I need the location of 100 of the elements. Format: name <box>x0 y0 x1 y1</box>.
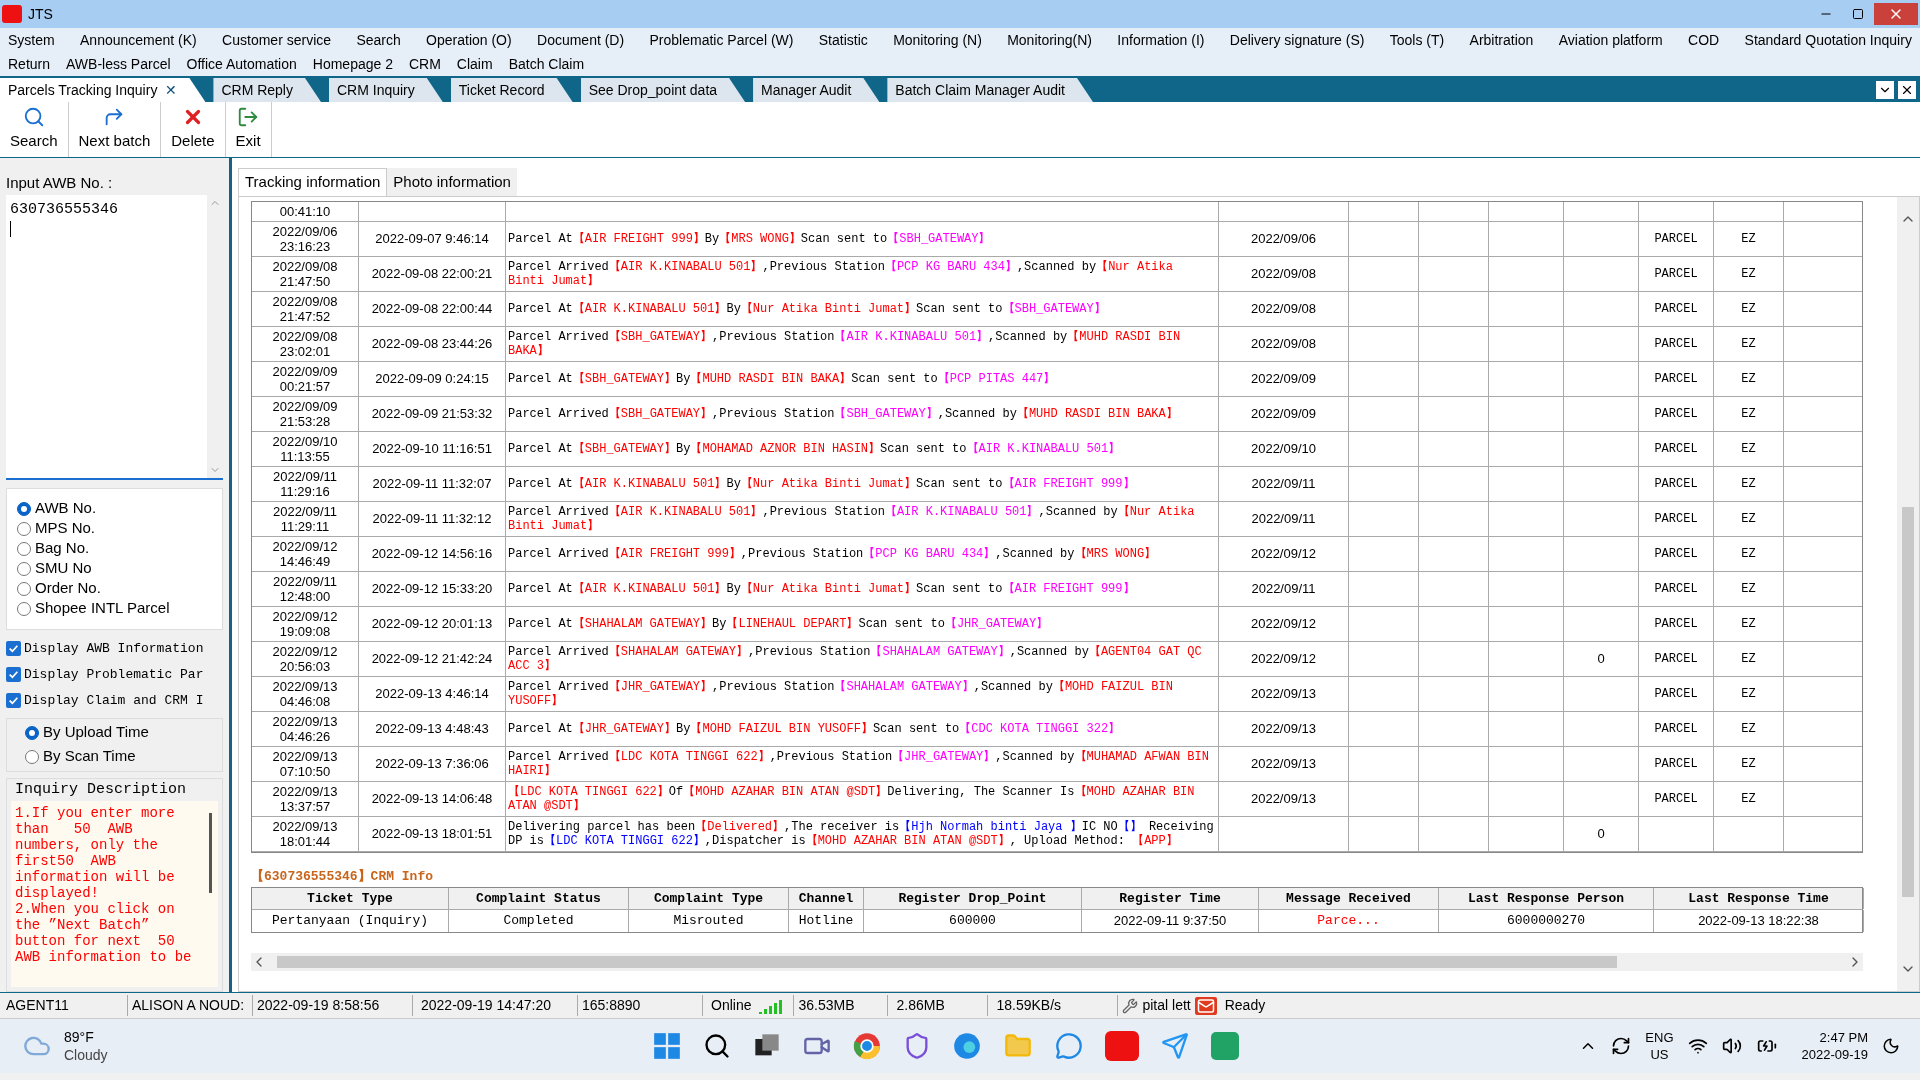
radio-button[interactable] <box>17 601 31 616</box>
moon-icon[interactable] <box>1882 1037 1900 1055</box>
scan-description: Parcel Arrived【SBH_GATEWAY】,Previous Station【AIR K.KINABALU 501】,Scanned by【MUHD RASDI BIN BAKA】 <box>508 330 1182 358</box>
menu-item[interactable]: Announcement (K) <box>76 29 201 51</box>
vertical-scrollbar[interactable] <box>1897 197 1919 991</box>
start-icon[interactable] <box>652 1032 681 1060</box>
radio-button[interactable] <box>17 561 31 576</box>
table-cell-text: EZ <box>1741 686 1756 703</box>
sync-icon[interactable] <box>1611 1036 1632 1056</box>
checkmark-icon <box>8 643 19 654</box>
menu-item[interactable]: Claim <box>452 53 497 75</box>
table-cell-text: PARCEL <box>1654 581 1698 598</box>
close-icon[interactable] <box>1898 81 1916 99</box>
table-cell-text: 2022/09/09 <box>1250 370 1317 389</box>
toolbar-button[interactable]: Search <box>0 102 69 157</box>
menu-item[interactable]: CRM <box>404 53 445 75</box>
menu-item[interactable]: Problematic Parcel (W) <box>645 29 798 51</box>
menu-item[interactable]: Search <box>352 29 405 51</box>
menu-item[interactable]: Monitoring(N) <box>1003 29 1096 51</box>
menu-item[interactable]: Arbitration <box>1465 29 1538 51</box>
tab[interactable]: Ticket Record <box>450 78 573 102</box>
scan-description: Parcel Arrived【AIR K.KINABALU 501】,Previous Station【AIR K.KINABALU 501】,Scanned by【Nur Atika Binti Jumat】 <box>508 505 1196 533</box>
table-cell: 6000000270 <box>1507 913 1585 928</box>
table-cell-text: 2022/09/08 21:47:50 <box>271 259 339 289</box>
scan-description: Parcel Arrived【SBH_GATEWAY】,Previous Station【SBH_GATEWAY】,Scanned by【MUHD RASDI BIN BAKA】 <box>508 407 1178 421</box>
wifi-icon[interactable] <box>1687 1036 1708 1056</box>
dropdown-icon[interactable] <box>1876 81 1894 99</box>
scan-description: Parcel Arrived【JHR_GATEWAY】,Previous Station【SHAHALAM GATEWAY】,Scanned by【MOHD FAIZUL BIN YUSOFF】 <box>508 680 1174 708</box>
table-cell-text: 2022-09-08 23:44:26 <box>371 335 493 354</box>
menu-item[interactable]: Standard Quotation Inquiry <box>1740 29 1916 51</box>
menu-item[interactable]: Aviation platform <box>1554 29 1667 51</box>
chat-icon[interactable] <box>1054 1032 1083 1060</box>
paper-plane-icon[interactable] <box>1160 1032 1189 1060</box>
mail-icon[interactable] <box>1194 996 1217 1015</box>
awb-input-field[interactable]: 630736555346 <box>6 194 223 480</box>
spreadsheet-icon[interactable] <box>1210 1032 1239 1060</box>
checkbox[interactable] <box>6 667 21 682</box>
radio-button[interactable] <box>17 521 31 536</box>
table-cell-text: 2022-09-11 11:32:07 <box>372 475 492 494</box>
radio-label: Order No. <box>35 578 101 599</box>
menu-item[interactable]: Statistic <box>814 29 872 51</box>
status-text: Online <box>710 996 753 1015</box>
menu-item[interactable]: System <box>4 29 59 51</box>
menu-item[interactable]: Return <box>4 53 55 75</box>
menu-item[interactable]: Office Automation <box>182 53 301 75</box>
table-cell-text: EZ <box>1741 721 1756 738</box>
menu-item[interactable]: Information (I) <box>1113 29 1209 51</box>
app-logo-icon[interactable] <box>1104 1031 1139 1061</box>
menu-item[interactable]: Batch Claim <box>504 53 589 75</box>
menu-item[interactable]: Homepage 2 <box>308 53 397 75</box>
menu-item[interactable]: AWB-less Parcel <box>62 53 175 75</box>
table-cell-text: PARCEL <box>1654 336 1698 353</box>
scan-description: Parcel At【AIR K.KINABALU 501】By【Nur Atika Binti Jumat】Scan sent to【SBH_GATEWAY】 <box>508 302 1106 316</box>
inquiry-description: 1.If you enter more than 50 AWB numbers, only the first50 AWB information will be displayed! 2.When you click on the ”Next Batch” button for next 50 AWB information to be <box>14 804 193 967</box>
tab[interactable]: See Drop_point data <box>580 78 746 102</box>
checkbox[interactable] <box>6 693 21 708</box>
volume-icon[interactable] <box>1721 1036 1742 1056</box>
tab[interactable]: CRM Inquiry <box>329 78 443 102</box>
radio-button[interactable] <box>25 749 39 764</box>
menu-item[interactable]: Operation (O) <box>422 29 516 51</box>
table-cell-text: 2022/09/11 <box>1251 475 1316 494</box>
radio-button[interactable] <box>17 581 31 596</box>
table-cell-text: EZ <box>1741 441 1756 458</box>
scan-description: Parcel Arrived【AIR K.KINABALU 501】,Previous Station【PCP KG BARU 434】,Scanned by【Nur Atika Binti Jumat】 <box>508 260 1174 288</box>
tab[interactable]: Tracking information <box>238 168 388 196</box>
menu-item[interactable]: COD <box>1684 29 1724 51</box>
tab[interactable]: Batch Claim Manager Audit <box>887 78 1093 102</box>
toolbar-button[interactable]: Exit <box>225 102 272 157</box>
table-cell: Completed <box>503 913 574 928</box>
menu-item[interactable]: Monitoring (N) <box>889 29 986 51</box>
column-header: Register Drop_Point <box>898 890 1047 906</box>
table-cell-text: PARCEL <box>1654 686 1698 703</box>
menu-item[interactable]: Customer service <box>218 29 336 51</box>
browser-icon[interactable] <box>852 1032 881 1060</box>
tab[interactable]: Parcels Tracking Inquiry ✕ <box>0 78 206 102</box>
menu-item[interactable]: Document (D) <box>533 29 629 51</box>
status-text: 2022-09-19 14:47:20 <box>413 995 578 1016</box>
toolbar-button[interactable]: Next batch <box>68 102 162 157</box>
table-cell-text: PARCEL <box>1654 266 1698 283</box>
tab[interactable]: CRM Reply <box>213 78 321 102</box>
table-cell-text: 2022-09-13 4:48:43 <box>375 720 489 739</box>
menu-item[interactable]: Delivery signature (S) <box>1225 29 1369 51</box>
horizontal-scrollbar[interactable] <box>251 952 1863 971</box>
radio-label: By Upload Time <box>43 722 149 743</box>
tab[interactable]: Manager Audit <box>753 78 880 102</box>
tab[interactable]: Photo information <box>387 168 517 196</box>
table-cell-text: 2022-09-08 22:00:21 <box>371 265 493 284</box>
radio-button[interactable] <box>17 501 31 516</box>
radio-button[interactable] <box>25 725 39 740</box>
column-header: Last Response Person <box>1468 890 1624 906</box>
toolbar-button[interactable]: Delete <box>161 102 226 157</box>
tab-close-button[interactable]: ✕ <box>165 79 178 101</box>
menu-item[interactable]: Tools (T) <box>1385 29 1449 51</box>
search-icon[interactable] <box>702 1032 731 1060</box>
radio-button[interactable] <box>17 541 31 556</box>
scrollbar-thumb[interactable] <box>209 813 212 893</box>
table-cell-text: PARCEL <box>1654 441 1698 458</box>
clock-time: 2:47 PM <box>1819 1029 1868 1046</box>
browser-icon[interactable] <box>952 1032 981 1060</box>
checkbox[interactable] <box>6 641 21 656</box>
